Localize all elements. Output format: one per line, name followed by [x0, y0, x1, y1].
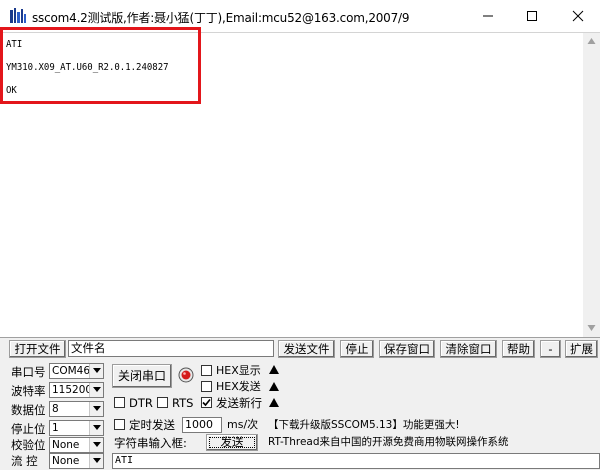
parity-label: 校验位 [11, 438, 46, 452]
stopbits-dropdown[interactable] [89, 421, 103, 435]
stopbits-value: 1 [52, 422, 59, 434]
close-port-button[interactable]: 关闭串口 [112, 364, 172, 388]
stop-button[interactable]: 停止 [340, 340, 374, 358]
flow-dropdown[interactable] [89, 454, 103, 468]
send-file-button[interactable]: 发送文件 [278, 340, 335, 358]
receive-text-area[interactable]: ATI YM310.X09_AT.U60_R2.0.1.240827 OK [0, 27, 600, 338]
port-select[interactable]: COM46 [49, 363, 104, 379]
flow-select[interactable]: None [49, 453, 104, 469]
file-toolbar: 打开文件 文件名 发送文件 停止 保存窗口 清除窗口 帮助 - 扩展 [0, 339, 600, 359]
rts-checkbox[interactable] [157, 397, 168, 408]
hex-display-label: HEX显示 [216, 364, 261, 377]
hex-send-label: HEX发送 [216, 380, 261, 393]
chevron-down-icon [93, 368, 101, 373]
close-icon [572, 10, 584, 22]
maximize-button[interactable] [510, 0, 554, 32]
parity-dropdown[interactable] [89, 438, 103, 452]
dtr-checkbox[interactable] [114, 397, 125, 408]
minimize-icon [483, 15, 493, 17]
dtr-label: DTR [129, 396, 153, 410]
port-value: COM46 [52, 365, 91, 377]
parity-value: None [52, 439, 80, 451]
chevron-down-icon [93, 406, 101, 411]
scroll-down-icon[interactable] [587, 323, 596, 332]
hex-send-checkbox[interactable] [201, 381, 212, 392]
hex-display-checkbox[interactable] [201, 365, 212, 376]
triangle-up-icon [269, 398, 279, 407]
stopbits-select[interactable]: 1 [49, 420, 104, 436]
databits-label: 数据位 [11, 403, 46, 417]
interval-unit-label: ms/次 [227, 418, 259, 431]
chevron-down-icon [93, 425, 101, 430]
highlight-box [0, 27, 201, 104]
baud-select[interactable]: 115200 [49, 382, 104, 398]
databits-dropdown[interactable] [89, 402, 103, 416]
send-newline-checkbox[interactable] [201, 397, 212, 408]
port-status-led-icon [178, 367, 194, 383]
file-name-field[interactable]: 文件名 [68, 340, 274, 357]
triangle-up-icon [269, 382, 279, 391]
stopbits-label: 停止位 [11, 422, 46, 436]
chevron-down-icon [93, 387, 101, 392]
vertical-scrollbar[interactable] [583, 33, 600, 337]
close-button[interactable] [556, 0, 600, 32]
port-dropdown[interactable] [89, 364, 103, 378]
baud-value: 115200 [52, 384, 93, 396]
databits-select[interactable]: 8 [49, 401, 104, 417]
settings-panel: 串口号 COM46 波特率 115200 数据位 8 停止位 1 校验位 Non… [0, 359, 600, 470]
flow-value: None [52, 455, 80, 467]
minus-button[interactable]: - [540, 340, 561, 358]
help-button[interactable]: 帮助 [502, 340, 535, 358]
baud-label: 波特率 [11, 384, 46, 398]
minimize-button[interactable] [466, 0, 510, 32]
save-window-button[interactable]: 保存窗口 [379, 340, 435, 358]
baud-dropdown[interactable] [89, 383, 103, 397]
databits-value: 8 [52, 403, 59, 415]
interval-input[interactable]: 1000 [182, 417, 222, 433]
window-title: sscom4.2测试版,作者:聂小猛(丁丁),Email:mcu52@163.c… [32, 11, 410, 25]
port-label: 串口号 [11, 365, 46, 379]
chevron-down-icon [93, 442, 101, 447]
flow-label: 流 控 [11, 454, 38, 468]
send-button[interactable]: 发送 [206, 434, 258, 451]
rts-label: RTS [172, 396, 194, 410]
promo-rtthread-link[interactable]: RT-Thread来自中国的开源免费商用物联网操作系统 [268, 436, 509, 449]
string-input-label: 字符串输入框: [114, 436, 187, 450]
send-input[interactable]: ATI [112, 453, 600, 469]
clear-window-button[interactable]: 清除窗口 [440, 340, 497, 358]
promo-sscom-link[interactable]: 【下载升级版SSCOM5.13】功能更强大! [268, 419, 460, 432]
send-newline-label: 发送新行 [216, 396, 262, 410]
scroll-up-icon[interactable] [587, 37, 596, 46]
parity-select[interactable]: None [49, 437, 104, 453]
timed-send-checkbox[interactable] [114, 419, 125, 430]
triangle-up-icon [269, 365, 279, 374]
open-file-button[interactable]: 打开文件 [9, 340, 66, 358]
checkmark-icon [202, 398, 211, 407]
timed-send-label: 定时发送 [129, 418, 175, 432]
sscom-window: sscom4.2测试版,作者:聂小猛(丁丁),Email:mcu52@163.c… [0, 0, 600, 470]
expand-button[interactable]: 扩展 [565, 340, 598, 358]
app-logo-icon [10, 8, 26, 23]
chevron-down-icon [93, 458, 101, 463]
maximize-icon [527, 11, 537, 21]
